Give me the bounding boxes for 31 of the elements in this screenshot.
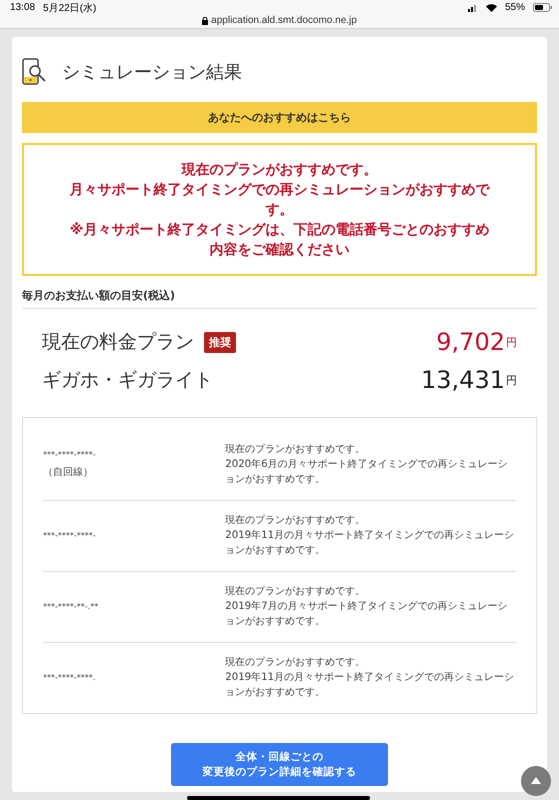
lock-icon bbox=[202, 16, 208, 24]
line-message: 現在のプランがおすすめです。 2019年7月の月々サポート終了タイミングでの再シミュレーションがおすすめです。 bbox=[225, 584, 509, 629]
scroll-top-button[interactable] bbox=[521, 766, 551, 796]
plan-price: 9,702 bbox=[436, 328, 505, 356]
line-note: （自回線） bbox=[43, 466, 94, 479]
signal-icon bbox=[468, 4, 478, 12]
line-message: 現在のプランがおすすめです。 2020年6月の月々サポート終了タイミングでの再シミュレーションがおすすめです。 bbox=[225, 442, 509, 487]
yen-unit: 円 bbox=[506, 334, 517, 350]
plan-name: ギガホ・ギガライト bbox=[42, 368, 213, 393]
recommend-banner: あなたへのおすすめはこちら bbox=[22, 102, 537, 133]
plan-name: 現在の料金プラン bbox=[42, 330, 194, 355]
date: 5月22日(水) bbox=[43, 2, 96, 14]
line-message: 現在のプランがおすすめです。 2019年11月の月々サポート終了タイミングでの再シミュレーションがおすすめです。 bbox=[225, 656, 516, 700]
page-title: シミュレーション結果 bbox=[62, 61, 242, 84]
phone-number: ***-****-****- bbox=[43, 450, 97, 459]
phone-number: ***-****-****. bbox=[43, 673, 96, 682]
section-label: 毎月のお支払い額の目安(税込) bbox=[22, 288, 537, 309]
phone-number: ***-****-**-.** bbox=[43, 602, 100, 611]
phone-number: ***-****-****- bbox=[43, 531, 97, 540]
plan-detail-button[interactable]: 全体・回線ごとの 変更後のプラン詳細を確認する bbox=[171, 743, 388, 786]
battery-percent: 55% bbox=[504, 2, 525, 13]
recommend-message: 現在のプランがおすすめです。 月々サポート終了タイミングでの再シミュレーションがおすすめです。 ※月々サポート終了タイミングは、下記の電話番号ごとのおすすめ内容をご確認ください bbox=[22, 143, 537, 276]
address-bar-url[interactable]: application.ald.smt.docomo.ne.jp bbox=[211, 15, 357, 26]
plan-price: 13,431 bbox=[421, 366, 505, 394]
recommended-badge: 推奨 bbox=[204, 332, 236, 352]
yen-unit: 円 bbox=[506, 372, 517, 388]
line-message: 現在のプランがおすすめです。 2019年11月の月々サポート終了タイミングでの再シミュレーションがおすすめです。 bbox=[225, 514, 516, 558]
clock-time: 13:08 bbox=[10, 2, 36, 13]
wifi-icon bbox=[486, 4, 497, 12]
phone-search-icon bbox=[22, 58, 48, 86]
battery-icon bbox=[533, 3, 552, 12]
